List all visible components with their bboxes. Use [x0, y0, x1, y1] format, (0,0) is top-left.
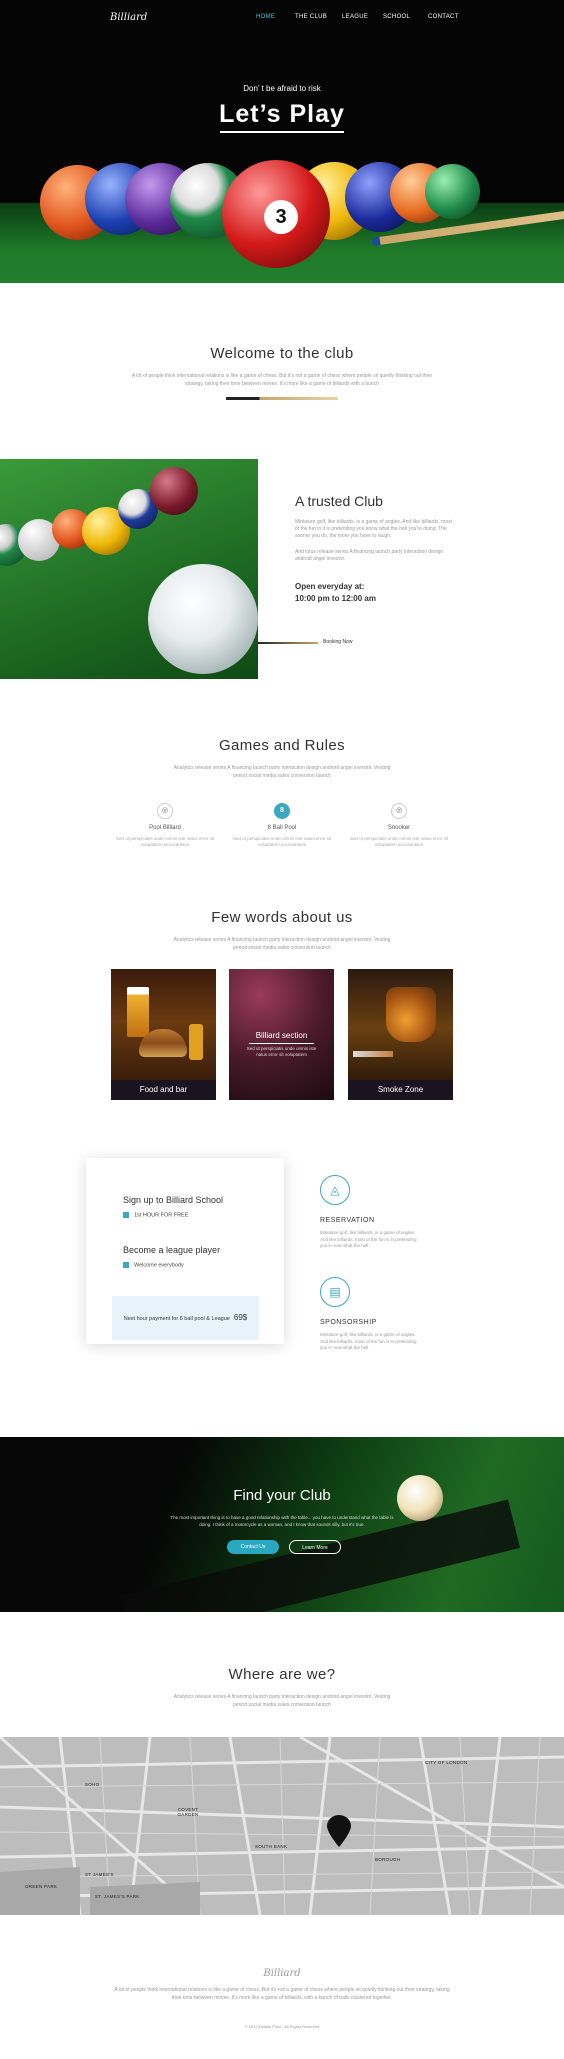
hero-underline: [220, 131, 344, 133]
price-value: 69$: [233, 1313, 248, 1322]
signup-sub: 1st HOUR FOR FREE: [123, 1212, 188, 1218]
map-label-city: CITY OF LONDON: [425, 1760, 468, 1765]
welcome-title: Welcome to the club: [210, 345, 354, 362]
league-title: Become a league player: [123, 1245, 221, 1255]
trusted-title: A trusted Club: [295, 493, 383, 509]
ball-number: 3: [264, 200, 298, 234]
teal-square-icon: [123, 1262, 129, 1268]
booking-link[interactable]: Booking Now: [323, 639, 352, 645]
open-hours: 10:00 pm to 12:00 am: [295, 594, 376, 603]
whisky-glass-image: [386, 987, 436, 1042]
nav-contact[interactable]: CONTACT: [428, 14, 459, 20]
game-title-2: 8 Ball Pool: [267, 825, 297, 831]
map-pin-icon[interactable]: [327, 1815, 351, 1847]
card-divider: [249, 1043, 314, 1044]
card-food-bar[interactable]: Food and bar: [111, 969, 216, 1100]
map-label-soho: SOHO: [85, 1782, 100, 1787]
price-box: Next hour payment for 8 ball pool & Leag…: [112, 1296, 259, 1340]
signup-box: Sign up to Billiard School 1st HOUR FOR …: [86, 1158, 284, 1344]
game-text-3: Sed ut perspiciatis unde omnis iste natu…: [349, 836, 449, 847]
cue-ball: [148, 564, 258, 674]
teal-square-icon: [123, 1212, 129, 1218]
snooker-icon: ◎: [391, 803, 407, 819]
trusted-text-2: And lotus release series A financing lau…: [295, 549, 444, 562]
nav-the-club[interactable]: THE CLUB: [295, 14, 327, 20]
hero-title: Let’s Play: [219, 100, 345, 128]
footer-text: A lot of people think international rela…: [114, 1987, 450, 2001]
reservation-icon: ◬: [320, 1175, 350, 1205]
nav-school[interactable]: SCHOOL: [383, 14, 410, 20]
map-label-green-park: GREEN PARK: [25, 1884, 58, 1889]
welcome-text: A lot of people think international rela…: [131, 373, 433, 387]
trusted-text-1: Miniature golf, like billiards, is a gam…: [295, 519, 453, 539]
hero-section: 3 Billiard HOME THE CLUB LEAGUE SCHOOL C…: [0, 0, 564, 283]
nav-home[interactable]: HOME: [256, 14, 275, 20]
logo[interactable]: Billiard: [110, 12, 147, 23]
hero-subtitle: Don’ t be afraid to risk: [243, 84, 321, 93]
card-smoke-zone[interactable]: Smoke Zone: [348, 969, 453, 1100]
card-text-billiard: Sed ut perspiciatis unde omnis iste natu…: [246, 1046, 317, 1057]
game-title-3: Snooker: [387, 825, 411, 831]
trusted-club-image: [0, 459, 258, 679]
open-label: Open everyday at:: [295, 582, 365, 591]
signup-title: Sign up to Billiard School: [123, 1195, 224, 1205]
league-sub: Welcome everybody: [123, 1262, 184, 1268]
card-caption-food: Food and bar: [111, 1080, 216, 1100]
find-title: Find your Club: [233, 1487, 331, 1504]
map[interactable]: CITY OF LONDON SOHO COVENT GARDEN SOUTH …: [0, 1737, 564, 1915]
mustard-bottle-image: [189, 1024, 203, 1060]
about-text: Analytics release series A financing lau…: [173, 937, 391, 951]
map-label-borough: BOROUGH: [375, 1857, 401, 1862]
card-title-billiard: Billiard section: [255, 1031, 308, 1040]
map-label-south-bank: SOUTH BANK: [255, 1844, 288, 1849]
game-text-1: Sed ut perspiciatis unde omnis iste natu…: [115, 836, 215, 847]
learn-more-button[interactable]: Learn More: [289, 1540, 341, 1554]
contact-us-button[interactable]: Contact Us: [227, 1540, 279, 1554]
pool-billiard-icon: ◎: [157, 803, 173, 819]
card-caption-smoke: Smoke Zone: [348, 1080, 453, 1100]
map-label-covent: COVENT GARDEN: [177, 1807, 199, 1817]
beer-glass-image: [127, 987, 149, 1037]
map-streets: [0, 1737, 564, 1915]
copyright: © 2014 Details Pixel - All Rights Reserv…: [244, 2024, 320, 2029]
booking-cue-line: [258, 642, 318, 644]
about-title: Few words about us: [211, 909, 353, 926]
reservation-title: RESERVATION: [320, 1217, 375, 1224]
map-label-st-james: ST JAMES'S: [85, 1872, 114, 1877]
nav-league[interactable]: LEAGUE: [342, 14, 368, 20]
map-label-st-james-park: ST. JAMES'S PARK: [95, 1894, 140, 1899]
find-text: The most important thing is to have a go…: [170, 1515, 394, 1527]
ball-green: [425, 164, 480, 219]
burger-image: [139, 1029, 187, 1057]
card-billiard-section[interactable]: Billiard section Sed ut perspiciatis und…: [229, 969, 334, 1100]
game-text-2: Sed ut perspiciatis unde omnis iste natu…: [232, 836, 332, 847]
location-title: Where are we?: [228, 1666, 336, 1683]
cigar-image: [353, 1051, 393, 1057]
sponsorship-icon: ▤: [320, 1277, 350, 1307]
eight-ball-icon: 8: [274, 803, 290, 819]
game-title-1: Pool Billiard: [149, 825, 181, 831]
footer-logo[interactable]: Billiard: [0, 1968, 564, 1979]
welcome-cue-divider: [226, 397, 338, 400]
games-title: Games and Rules: [218, 737, 346, 754]
sponsorship-title: SPONSORSHIP: [320, 1319, 377, 1326]
reservation-text: Miniature golf, like billiards, is a gam…: [320, 1230, 417, 1248]
sponsorship-text: Miniature golf, like billiards, is a gam…: [320, 1332, 417, 1350]
top-nav: Billiard HOME THE CLUB LEAGUE SCHOOL CON…: [0, 12, 564, 26]
ball-maroon: [150, 467, 198, 515]
games-text: Analytics release series A financing lau…: [173, 765, 391, 779]
location-text: Analytics release series A financing lau…: [173, 1694, 391, 1708]
